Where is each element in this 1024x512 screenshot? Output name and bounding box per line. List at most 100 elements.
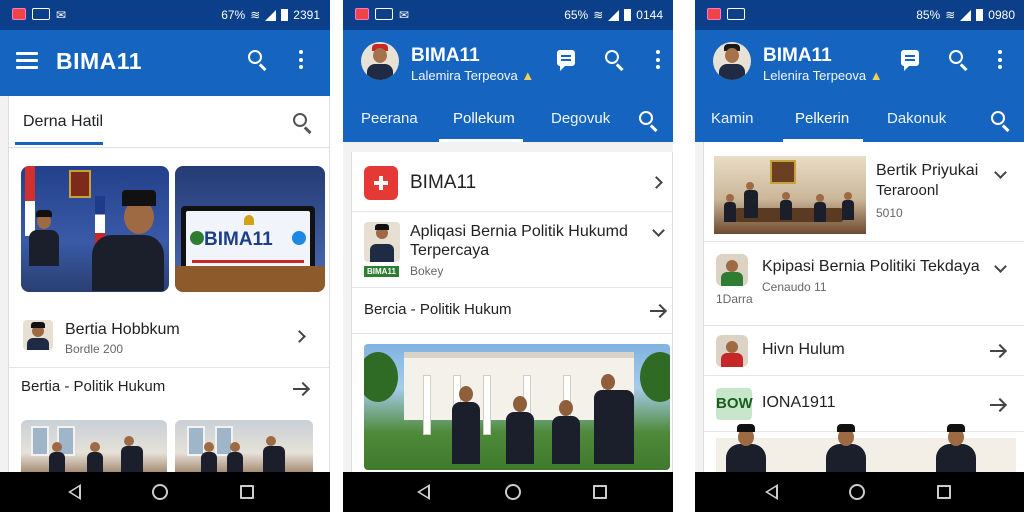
chevron-down-icon[interactable] xyxy=(994,166,1007,179)
app-row[interactable]: BIMA11 xyxy=(352,152,672,212)
chevron-down-icon[interactable] xyxy=(652,224,665,237)
search-bar[interactable]: Derna Hatil xyxy=(9,96,329,148)
recent-apps-icon[interactable] xyxy=(593,485,607,499)
tab-kamin[interactable]: Kamin xyxy=(711,110,754,127)
person-figure xyxy=(452,386,480,464)
person-figure xyxy=(201,442,217,472)
hamburger-menu-icon[interactable] xyxy=(16,52,38,69)
back-icon[interactable] xyxy=(765,484,779,500)
window xyxy=(187,426,205,456)
notification-icon xyxy=(727,8,745,20)
tree xyxy=(364,352,398,402)
more-options-icon[interactable] xyxy=(997,50,1003,74)
app-bar: BIMA11 Lalemira Terpeova ▲ Peerana Polle… xyxy=(343,30,673,142)
arrow-right-icon xyxy=(293,388,307,390)
emblem-icon xyxy=(292,231,306,245)
notification-icon xyxy=(375,8,393,20)
search-icon[interactable] xyxy=(637,109,659,132)
recent-apps-icon[interactable] xyxy=(937,485,951,499)
battery-percent: 67% xyxy=(221,8,246,22)
avatar xyxy=(364,222,400,262)
chat-icon[interactable] xyxy=(901,50,919,71)
search-icon[interactable] xyxy=(246,48,268,71)
notification-icon: ✉ xyxy=(399,8,410,22)
app-title: BIMA11 xyxy=(411,45,480,66)
arrow-right-icon xyxy=(990,350,1004,352)
category-row[interactable]: Bercia - Politik Hukum xyxy=(352,288,672,334)
status-bar: 85% ≋ 0980 xyxy=(695,0,1024,30)
main-content: Derna Hatil BIMA11 Bertia Hobbkum Bordle… xyxy=(8,96,330,472)
battery-percent: 65% xyxy=(564,8,589,22)
chevron-down-icon[interactable] xyxy=(994,260,1007,273)
tab-indicator xyxy=(15,142,103,145)
back-icon[interactable] xyxy=(68,484,82,500)
arrow-right-icon xyxy=(650,310,664,312)
home-icon[interactable] xyxy=(505,484,521,500)
news-subtitle: Cenaudo 11 xyxy=(762,280,827,294)
window xyxy=(31,426,49,456)
search-icon[interactable] xyxy=(603,48,625,71)
tab-dakonuk[interactable]: Dakonuk xyxy=(887,110,946,127)
person-figure xyxy=(726,424,766,472)
crest-icon xyxy=(244,215,254,225)
status-time: 0980 xyxy=(988,8,1015,22)
more-options-icon[interactable] xyxy=(298,50,304,74)
search-icon[interactable] xyxy=(947,48,969,71)
recent-apps-icon[interactable] xyxy=(240,485,254,499)
person-figure xyxy=(92,190,164,291)
tab-pollekum[interactable]: Pollekum xyxy=(453,110,515,127)
notification-icon xyxy=(12,8,26,20)
search-icon[interactable] xyxy=(989,109,1011,132)
news-image-officials[interactable] xyxy=(716,424,1016,472)
app-subtitle: Lelenira Terpeova ▲ xyxy=(763,68,883,83)
news-list-item[interactable]: 1Darra Kpipasi Bernia Politiki Tekdaya C… xyxy=(704,242,1024,326)
news-image-garden[interactable] xyxy=(364,344,670,470)
tab-pelkerin[interactable]: Pelkerin xyxy=(795,110,849,127)
news-subtitle: Bordle 200 xyxy=(65,342,124,356)
news-image-office[interactable] xyxy=(175,420,313,472)
chat-icon[interactable] xyxy=(557,50,575,71)
signal-icon xyxy=(608,9,620,21)
notification-icon xyxy=(707,8,721,20)
battery-icon xyxy=(976,9,984,21)
battery-icon xyxy=(624,9,632,21)
search-icon[interactable] xyxy=(291,111,313,134)
news-tag: BIMA11 xyxy=(364,266,399,277)
person-figure xyxy=(826,424,866,472)
featured-image-official[interactable] xyxy=(21,166,169,292)
chevron-right-icon xyxy=(650,176,663,189)
tab-degovuk[interactable]: Degovuk xyxy=(551,110,610,127)
phone-screen-1: ✉ 67% ≋ 2391 BIMA11 Derna Hatil BIMA11 B… xyxy=(0,0,330,512)
featured-image-app-screen[interactable]: BIMA11 xyxy=(175,166,325,292)
news-list-item[interactable]: Bertik Priyukai Teraroonl 5010 xyxy=(704,142,1024,242)
person-figure xyxy=(506,396,534,464)
status-time: 0144 xyxy=(636,8,663,22)
profile-avatar[interactable] xyxy=(713,42,751,80)
tab-peerana[interactable]: Peerana xyxy=(361,110,418,127)
news-list-item[interactable]: BIMA11 Apliqasi Bernia Politik Hukumd Te… xyxy=(352,212,672,288)
home-icon[interactable] xyxy=(152,484,168,500)
news-image-meeting xyxy=(714,156,866,234)
status-bar: ✉ 65% ≋ 0144 xyxy=(343,0,673,30)
tree xyxy=(640,352,670,402)
back-icon[interactable] xyxy=(417,484,431,500)
list-item[interactable]: Hivn Hulum xyxy=(704,326,1024,376)
app-row-title: BIMA11 xyxy=(410,172,477,193)
person-figure xyxy=(744,182,758,218)
emblem-icon xyxy=(190,231,204,245)
category-row[interactable]: Bertia - Politik Hukum xyxy=(9,368,329,412)
category-label: Bercia - Politik Hukum xyxy=(364,301,512,318)
home-icon[interactable] xyxy=(849,484,865,500)
news-list-item[interactable]: Bertia Hobbkum Bordle 200 xyxy=(9,306,329,368)
wifi-icon: ≋ xyxy=(593,8,604,22)
news-image-office[interactable] xyxy=(21,420,167,472)
news-title: Kpipasi Bernia Politiki Tekdaya xyxy=(762,258,980,275)
profile-avatar[interactable] xyxy=(361,42,399,80)
wifi-icon: ≋ xyxy=(945,8,956,22)
main-content: Bertik Priyukai Teraroonl 5010 1Darra Kp… xyxy=(703,142,1024,472)
person-figure xyxy=(842,192,854,220)
more-options-icon[interactable] xyxy=(655,50,661,74)
news-side-label: 1Darra xyxy=(716,292,753,306)
news-title: Bertia Hobbkum xyxy=(65,321,180,338)
news-thumbnail xyxy=(716,335,748,367)
